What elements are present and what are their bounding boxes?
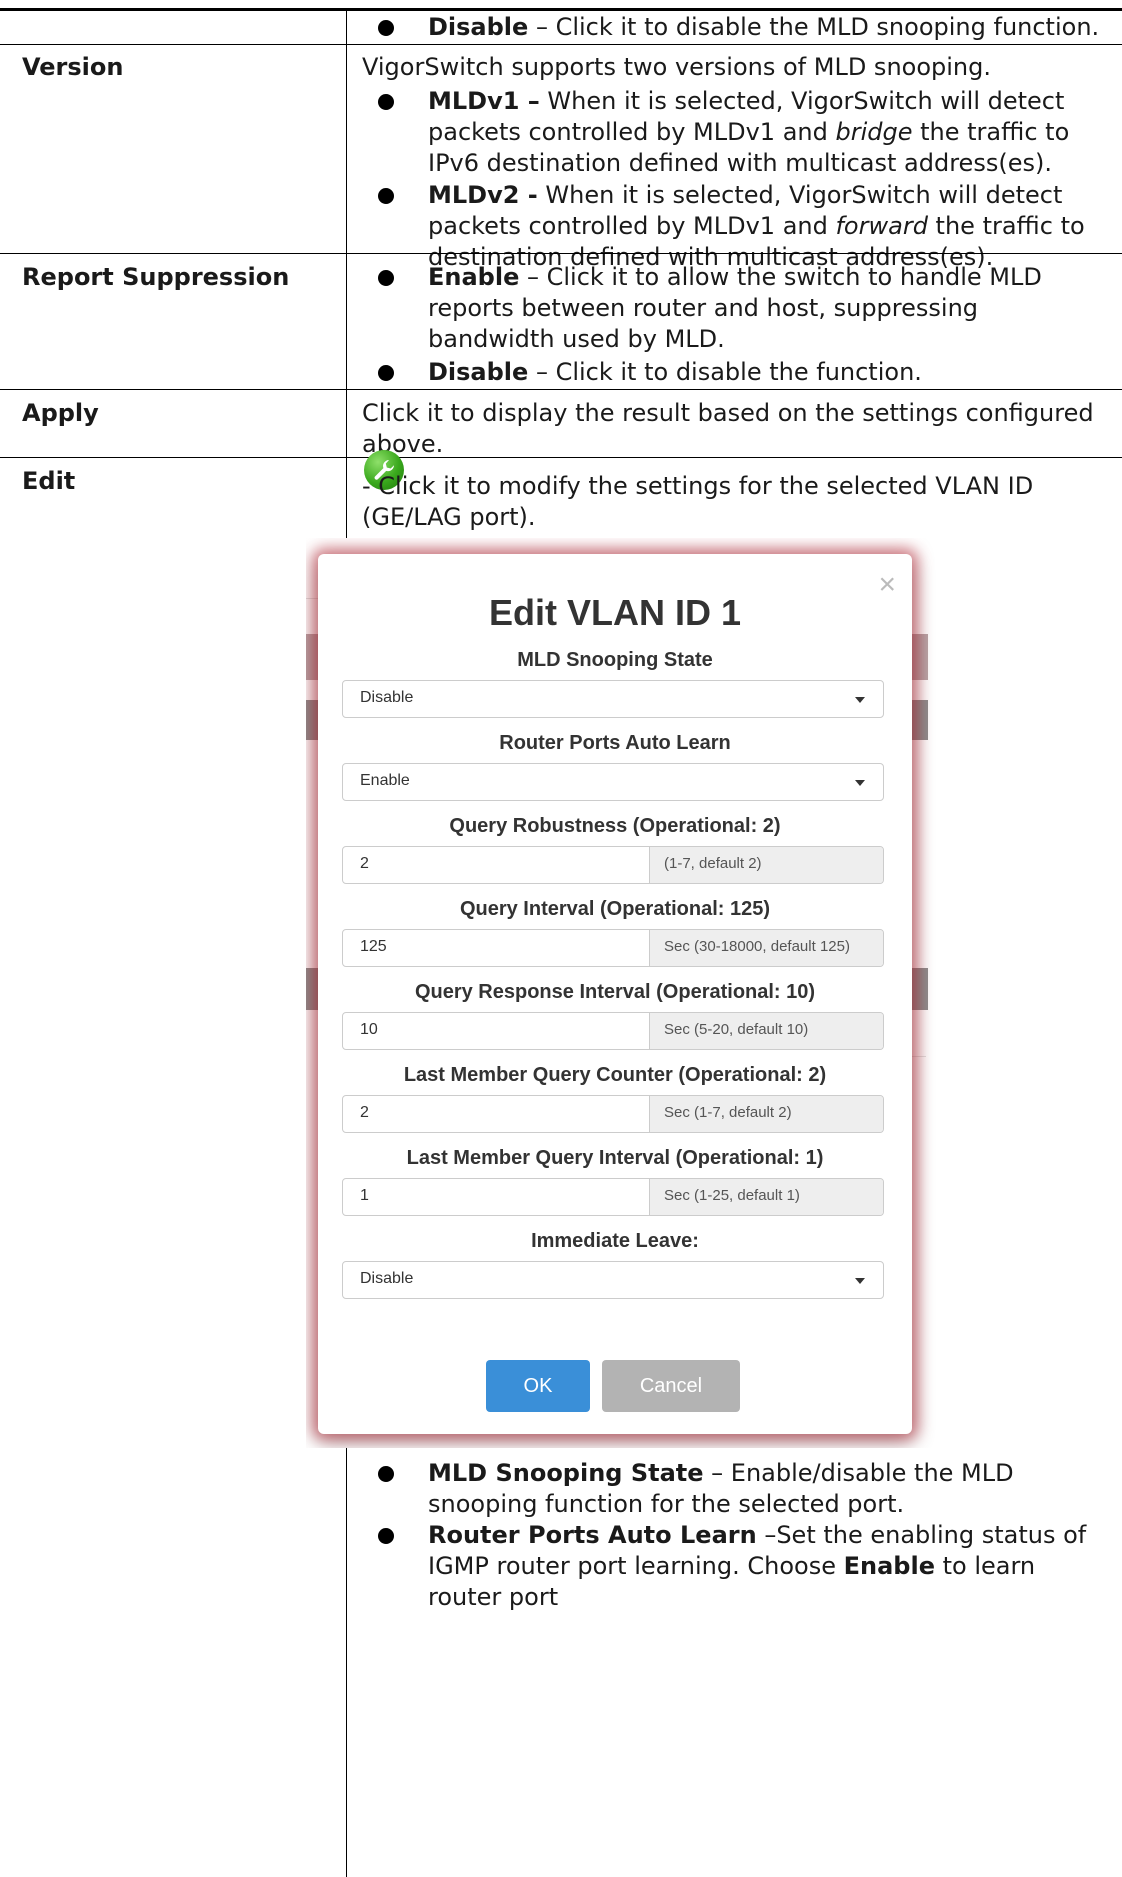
edit-vlan-modal: × Edit VLAN ID 1 MLD Snooping State Disa… (318, 554, 912, 1434)
bullet (378, 365, 394, 381)
auto-learn-label: Router Ports Auto Learn (499, 732, 731, 754)
chevron-down-icon (855, 697, 865, 703)
bullet (378, 270, 394, 286)
response-input[interactable]: 10 Sec (5-20, default 10) (342, 1012, 884, 1050)
manual-page: Disable – Click it to disable the MLD sn… (0, 0, 1122, 1877)
immediate-leave-label: Immediate Leave: (531, 1230, 699, 1252)
interval-label: Query Interval (Operational: 125) (459, 898, 771, 920)
input-hint: (1-7, default 2) (664, 855, 762, 872)
row-divider (0, 44, 1122, 45)
mldv1-item: MLDv1 – When it is selected, VigorSwitch… (428, 87, 1070, 177)
lmq-counter-label: Last Member Query Counter (Operational: … (403, 1064, 827, 1086)
mldv2-item: MLDv2 - When it is selected, VigorSwitch… (428, 181, 1085, 271)
bullet (378, 94, 394, 110)
select-value: Enable (360, 772, 410, 789)
input-addon: Sec (30-18000, default 125) (649, 930, 883, 966)
edit-description: - Click it to modify the settings for th… (362, 472, 1034, 531)
input-value[interactable]: 10 (360, 1021, 378, 1039)
lmq-counter-input[interactable]: 2 Sec (1-7, default 2) (342, 1095, 884, 1133)
input-hint: Sec (30-18000, default 125) (664, 938, 850, 955)
snooping-state-label: MLD Snooping State (517, 649, 713, 671)
row-label-report-suppression: Report Suppression (22, 263, 290, 291)
cancel-button[interactable]: Cancel (602, 1360, 740, 1412)
row-label-version: Version (22, 53, 124, 81)
chevron-down-icon (855, 1278, 865, 1284)
table-top-border (0, 8, 1122, 11)
bullet (378, 20, 394, 36)
bullet (378, 188, 394, 204)
robustness-input[interactable]: 2 (1-7, default 2) (342, 846, 884, 884)
snooping-state-select[interactable]: Disable (342, 680, 884, 718)
chevron-down-icon (855, 780, 865, 786)
input-value[interactable]: 1 (360, 1187, 369, 1205)
input-value[interactable]: 2 (360, 1104, 369, 1122)
select-value: Disable (360, 1270, 414, 1287)
ok-button[interactable]: OK (486, 1360, 590, 1412)
row-label-apply: Apply (22, 399, 99, 427)
input-value[interactable]: 125 (360, 938, 387, 956)
snooping-state-item: MLD Snooping State – Enable/disable the … (428, 1459, 1014, 1518)
report-enable-item: Enable – Click it to allow the switch to… (428, 263, 1042, 353)
row-divider (0, 389, 1122, 390)
input-addon: Sec (1-25, default 1) (649, 1179, 883, 1215)
lmq-interval-label: Last Member Query Interval (Operational:… (406, 1147, 824, 1169)
interval-input[interactable]: 125 Sec (30-18000, default 125) (342, 929, 884, 967)
disable-mld-item: Disable – Click it to disable the MLD sn… (428, 13, 1100, 41)
input-hint: Sec (1-25, default 1) (664, 1187, 800, 1204)
version-intro: VigorSwitch supports two versions of MLD… (362, 53, 991, 81)
row-divider (0, 457, 1122, 458)
row-divider (0, 253, 1122, 254)
bullet (378, 1528, 394, 1544)
auto-learn-item: Router Ports Auto Learn –Set the enablin… (428, 1521, 1087, 1611)
modal-screenshot: × Edit VLAN ID 1 MLD Snooping State Disa… (306, 538, 1108, 1448)
modal-title: Edit VLAN ID 1 (488, 592, 742, 633)
input-value[interactable]: 2 (360, 855, 369, 873)
input-addon: Sec (1-7, default 2) (649, 1096, 883, 1132)
lmq-interval-input[interactable]: 1 Sec (1-25, default 1) (342, 1178, 884, 1216)
select-value: Disable (360, 689, 414, 706)
input-hint: Sec (1-7, default 2) (664, 1104, 792, 1121)
input-addon: Sec (5-20, default 10) (649, 1013, 883, 1049)
response-label: Query Response Interval (Operational: 10… (414, 981, 816, 1003)
auto-learn-select[interactable]: Enable (342, 763, 884, 801)
bullet (378, 1466, 394, 1482)
apply-description: Click it to display the result based on … (362, 399, 1094, 458)
input-hint: Sec (5-20, default 10) (664, 1021, 809, 1038)
report-disable-item: Disable – Click it to disable the functi… (428, 358, 922, 386)
input-addon: (1-7, default 2) (649, 847, 883, 883)
immediate-leave-select[interactable]: Disable (342, 1261, 884, 1299)
robustness-label: Query Robustness (Operational: 2) (449, 815, 781, 837)
row-label-edit: Edit (22, 467, 76, 495)
